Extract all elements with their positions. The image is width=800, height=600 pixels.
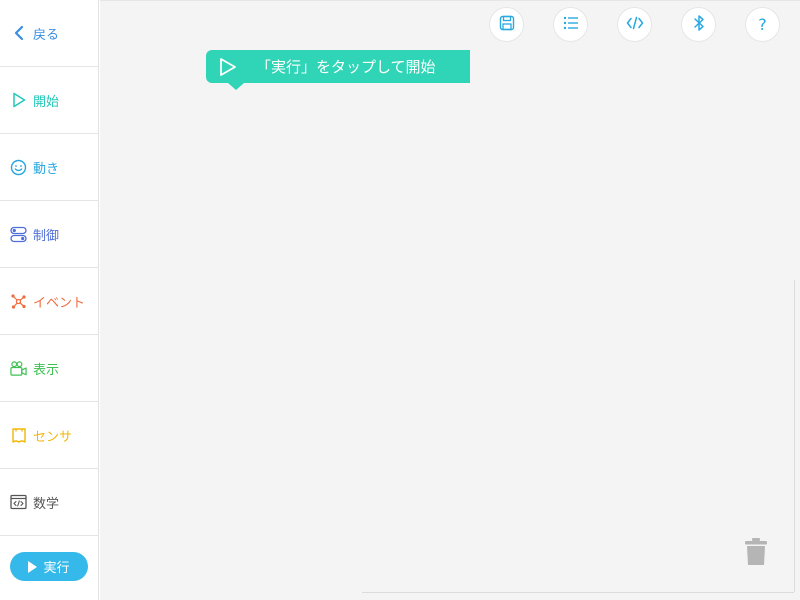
help-icon: ?	[758, 15, 767, 34]
category-motion-label: 動き	[33, 161, 60, 177]
category-motion[interactable]: 動き	[0, 134, 98, 201]
trash-icon	[744, 538, 768, 570]
run-button-label: 実行	[43, 561, 70, 576]
start-block-label: 「実行」をタップして開始	[256, 58, 436, 76]
category-sensor[interactable]: センサ	[0, 402, 98, 469]
list-button[interactable]	[553, 7, 588, 42]
run-button[interactable]: 実行	[10, 552, 88, 581]
back-button[interactable]: 戻る	[0, 0, 98, 67]
category-event-label: イベント	[33, 295, 86, 311]
trash-button[interactable]	[744, 538, 768, 570]
code-window-icon	[10, 494, 27, 511]
help-button[interactable]: ?	[745, 7, 780, 42]
category-control-label: 制御	[33, 228, 60, 244]
category-start-label: 開始	[33, 94, 60, 110]
category-sidebar: 戻る 開始 動き 制御 イベント 表示 センサ 数学 実行	[0, 0, 99, 600]
category-display[interactable]: 表示	[0, 335, 98, 402]
start-block[interactable]: 「実行」をタップして開始	[206, 50, 470, 90]
scrollbar-track	[794, 280, 795, 592]
category-control[interactable]: 制御	[0, 201, 98, 268]
smiley-icon	[10, 159, 27, 176]
toggle-control-icon	[10, 226, 27, 243]
chevron-left-icon	[10, 25, 27, 42]
code-view-button[interactable]	[617, 7, 652, 42]
block-notch	[228, 83, 244, 90]
save-icon	[499, 15, 515, 35]
back-label: 戻る	[33, 27, 60, 43]
category-math-label: 数学	[33, 496, 60, 512]
category-start[interactable]: 開始	[0, 67, 98, 134]
workspace-canvas[interactable]	[100, 0, 800, 600]
play-outline-icon	[10, 92, 27, 109]
video-camera-icon	[10, 360, 27, 377]
save-button[interactable]	[489, 7, 524, 42]
category-display-label: 表示	[33, 362, 60, 378]
category-math[interactable]: 数学	[0, 469, 98, 536]
play-icon	[28, 560, 38, 573]
play-outline-icon	[219, 57, 237, 81]
list-icon	[563, 15, 579, 34]
category-sensor-label: センサ	[33, 429, 73, 445]
bluetooth-icon	[693, 14, 705, 36]
bluetooth-button[interactable]	[681, 7, 716, 42]
network-nodes-icon	[10, 293, 27, 310]
category-event[interactable]: イベント	[0, 268, 98, 335]
canvas-divider	[362, 592, 794, 593]
sensor-frame-icon	[10, 427, 27, 444]
code-icon	[626, 15, 644, 34]
